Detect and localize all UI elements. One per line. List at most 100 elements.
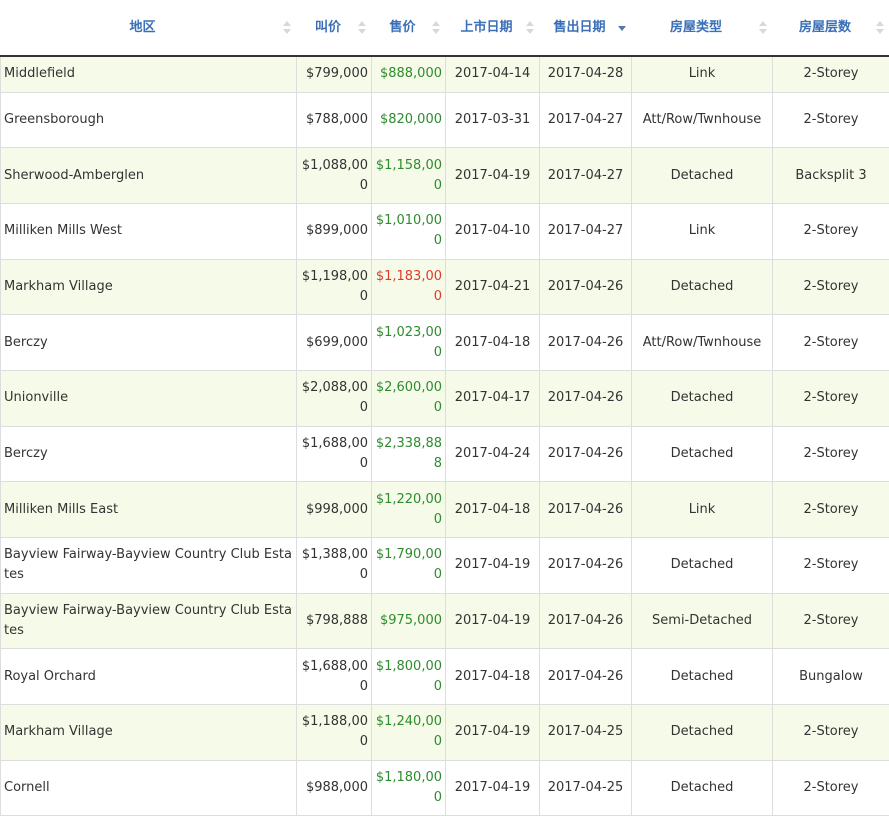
house-type-cell: Link [632, 56, 773, 92]
list-date-cell: 2017-04-19 [446, 538, 540, 594]
list-date-cell: 2017-04-19 [446, 705, 540, 761]
area-cell: Bayview Fairway-Bayview Country Club Est… [1, 593, 297, 649]
sort-icon[interactable] [358, 20, 366, 36]
table-row: Bayview Fairway-Bayview Country Club Est… [1, 538, 889, 594]
table-row: Milliken Mills East$998,000$1,220,000 201… [1, 482, 889, 538]
house-type-cell: Detached [632, 705, 773, 761]
house-type-cell: Detached [632, 259, 773, 315]
column-label: 售价 [389, 20, 415, 35]
asking-price-cell: $1,188,000 [297, 705, 372, 761]
table-row: Sherwood-Amberglen$1,088,000$1,158,00020… [1, 148, 889, 204]
storeys-cell: 2-Storey [773, 482, 889, 538]
list-date-cell: 2017-04-18 [446, 649, 540, 705]
column-header-house-type[interactable]: 房屋类型 [632, 0, 773, 56]
area-cell: Markham Village [1, 705, 297, 761]
list-date-cell: 2017-04-24 [446, 426, 540, 482]
list-date-cell: 2017-04-19 [446, 148, 540, 204]
sort-icon[interactable] [876, 20, 884, 36]
table-body: Middlefield$799,000$888,0002017-04-14201… [1, 56, 889, 816]
storeys-cell: Bungalow [773, 649, 889, 705]
column-label: 上市日期 [460, 20, 512, 35]
sold-date-cell: 2017-04-28 [540, 56, 632, 92]
area-cell: Markham Village [1, 259, 297, 315]
area-cell: Sherwood-Amberglen [1, 148, 297, 204]
sold-date-cell: 2017-04-26 [540, 593, 632, 649]
house-type-cell: Att/Row/Twnhouse [632, 315, 773, 371]
house-type-cell: Detached [632, 538, 773, 594]
sold-price-cell: $1,800,000 [372, 649, 446, 705]
storeys-cell: 2-Storey [773, 315, 889, 371]
sold-price-cell: $1,010,000 [372, 203, 446, 259]
column-header-storeys[interactable]: 房屋层数 [773, 0, 889, 56]
storeys-cell: 2-Storey [773, 705, 889, 761]
sort-icon[interactable] [432, 20, 440, 36]
list-date-cell: 2017-04-19 [446, 593, 540, 649]
asking-price-cell: $1,688,000 [297, 649, 372, 705]
list-date-cell: 2017-03-31 [446, 92, 540, 148]
column-header-sold-price[interactable]: 售价 [372, 0, 446, 56]
sold-price-cell: $1,220,000 [372, 482, 446, 538]
storeys-cell: 2-Storey [773, 426, 889, 482]
column-header-sold-date[interactable]: 售出日期 [540, 0, 632, 56]
area-cell: Bayview Fairway-Bayview Country Club Est… [1, 538, 297, 594]
asking-price-cell: $1,088,000 [297, 148, 372, 204]
table-row: Middlefield$799,000$888,0002017-04-14201… [1, 56, 889, 92]
sold-price-cell: $2,600,000 [372, 370, 446, 426]
house-type-cell: Detached [632, 148, 773, 204]
storeys-cell: 2-Storey [773, 203, 889, 259]
table-row: Bayview Fairway-Bayview Country Club Est… [1, 593, 889, 649]
sort-icon[interactable] [526, 20, 534, 36]
asking-price-cell: $998,000 [297, 482, 372, 538]
area-cell: Unionville [1, 370, 297, 426]
storeys-cell: 2-Storey [773, 56, 889, 92]
sold-date-cell: 2017-04-27 [540, 203, 632, 259]
table-row: Markham Village$1,188,000$1,240,0002017-… [1, 705, 889, 761]
column-header-area[interactable]: 地区 [1, 0, 297, 56]
sold-date-cell: 2017-04-26 [540, 649, 632, 705]
sold-price-cell: $1,023,000 [372, 315, 446, 371]
column-label: 房屋类型 [670, 20, 722, 35]
table-row: Greensborough$788,000$820,0002017-03-31 2… [1, 92, 889, 148]
asking-price-cell: $788,000 [297, 92, 372, 148]
list-date-cell: 2017-04-14 [446, 56, 540, 92]
area-cell: Greensborough [1, 92, 297, 148]
table-row: Cornell$988,000$1,180,0002017-04-192017-… [1, 760, 889, 816]
sold-date-cell: 2017-04-25 [540, 705, 632, 761]
sold-price-cell: $820,000 [372, 92, 446, 148]
sold-date-cell: 2017-04-26 [540, 482, 632, 538]
asking-price-cell: $1,198,000 [297, 259, 372, 315]
storeys-cell: 2-Storey [773, 92, 889, 148]
storeys-cell: 2-Storey [773, 370, 889, 426]
house-type-cell: Att/Row/Twnhouse [632, 92, 773, 148]
column-header-asking-price[interactable]: 叫价 [297, 0, 372, 56]
list-date-cell: 2017-04-10 [446, 203, 540, 259]
table-row: Royal Orchard$1,688,000$1,800,0002017-04… [1, 649, 889, 705]
sort-icon[interactable] [283, 20, 291, 36]
storeys-cell: Backsplit 3 [773, 148, 889, 204]
sold-date-cell: 2017-04-25 [540, 760, 632, 816]
area-cell: Milliken Mills East [1, 482, 297, 538]
sort-desc-icon[interactable] [618, 20, 626, 36]
storeys-cell: 2-Storey [773, 593, 889, 649]
sort-icon[interactable] [759, 20, 767, 36]
asking-price-cell: $899,000 [297, 203, 372, 259]
table-row: Berczy$1,688,000$2,338,8882017-04-242017… [1, 426, 889, 482]
area-cell: Berczy [1, 426, 297, 482]
sold-price-cell: $975,000 [372, 593, 446, 649]
column-label: 房屋层数 [799, 20, 851, 35]
area-cell: Middlefield [1, 56, 297, 92]
house-type-cell: Detached [632, 760, 773, 816]
column-label: 叫价 [315, 20, 341, 35]
area-cell: Cornell [1, 760, 297, 816]
column-label: 地区 [129, 20, 155, 35]
table-row: Unionville$2,088,000$2,600,0002017-04-17… [1, 370, 889, 426]
area-cell: Royal Orchard [1, 649, 297, 705]
column-header-list-date[interactable]: 上市日期 [446, 0, 540, 56]
house-type-cell: Detached [632, 649, 773, 705]
house-type-cell: Semi-Detached [632, 593, 773, 649]
table-row: Markham Village$1,198,000$1,183,0002017-… [1, 259, 889, 315]
column-label: 售出日期 [553, 20, 605, 35]
table-row: Berczy$699,000$1,023,0002017-04-182017-0… [1, 315, 889, 371]
area-cell: Berczy [1, 315, 297, 371]
list-date-cell: 2017-04-17 [446, 370, 540, 426]
